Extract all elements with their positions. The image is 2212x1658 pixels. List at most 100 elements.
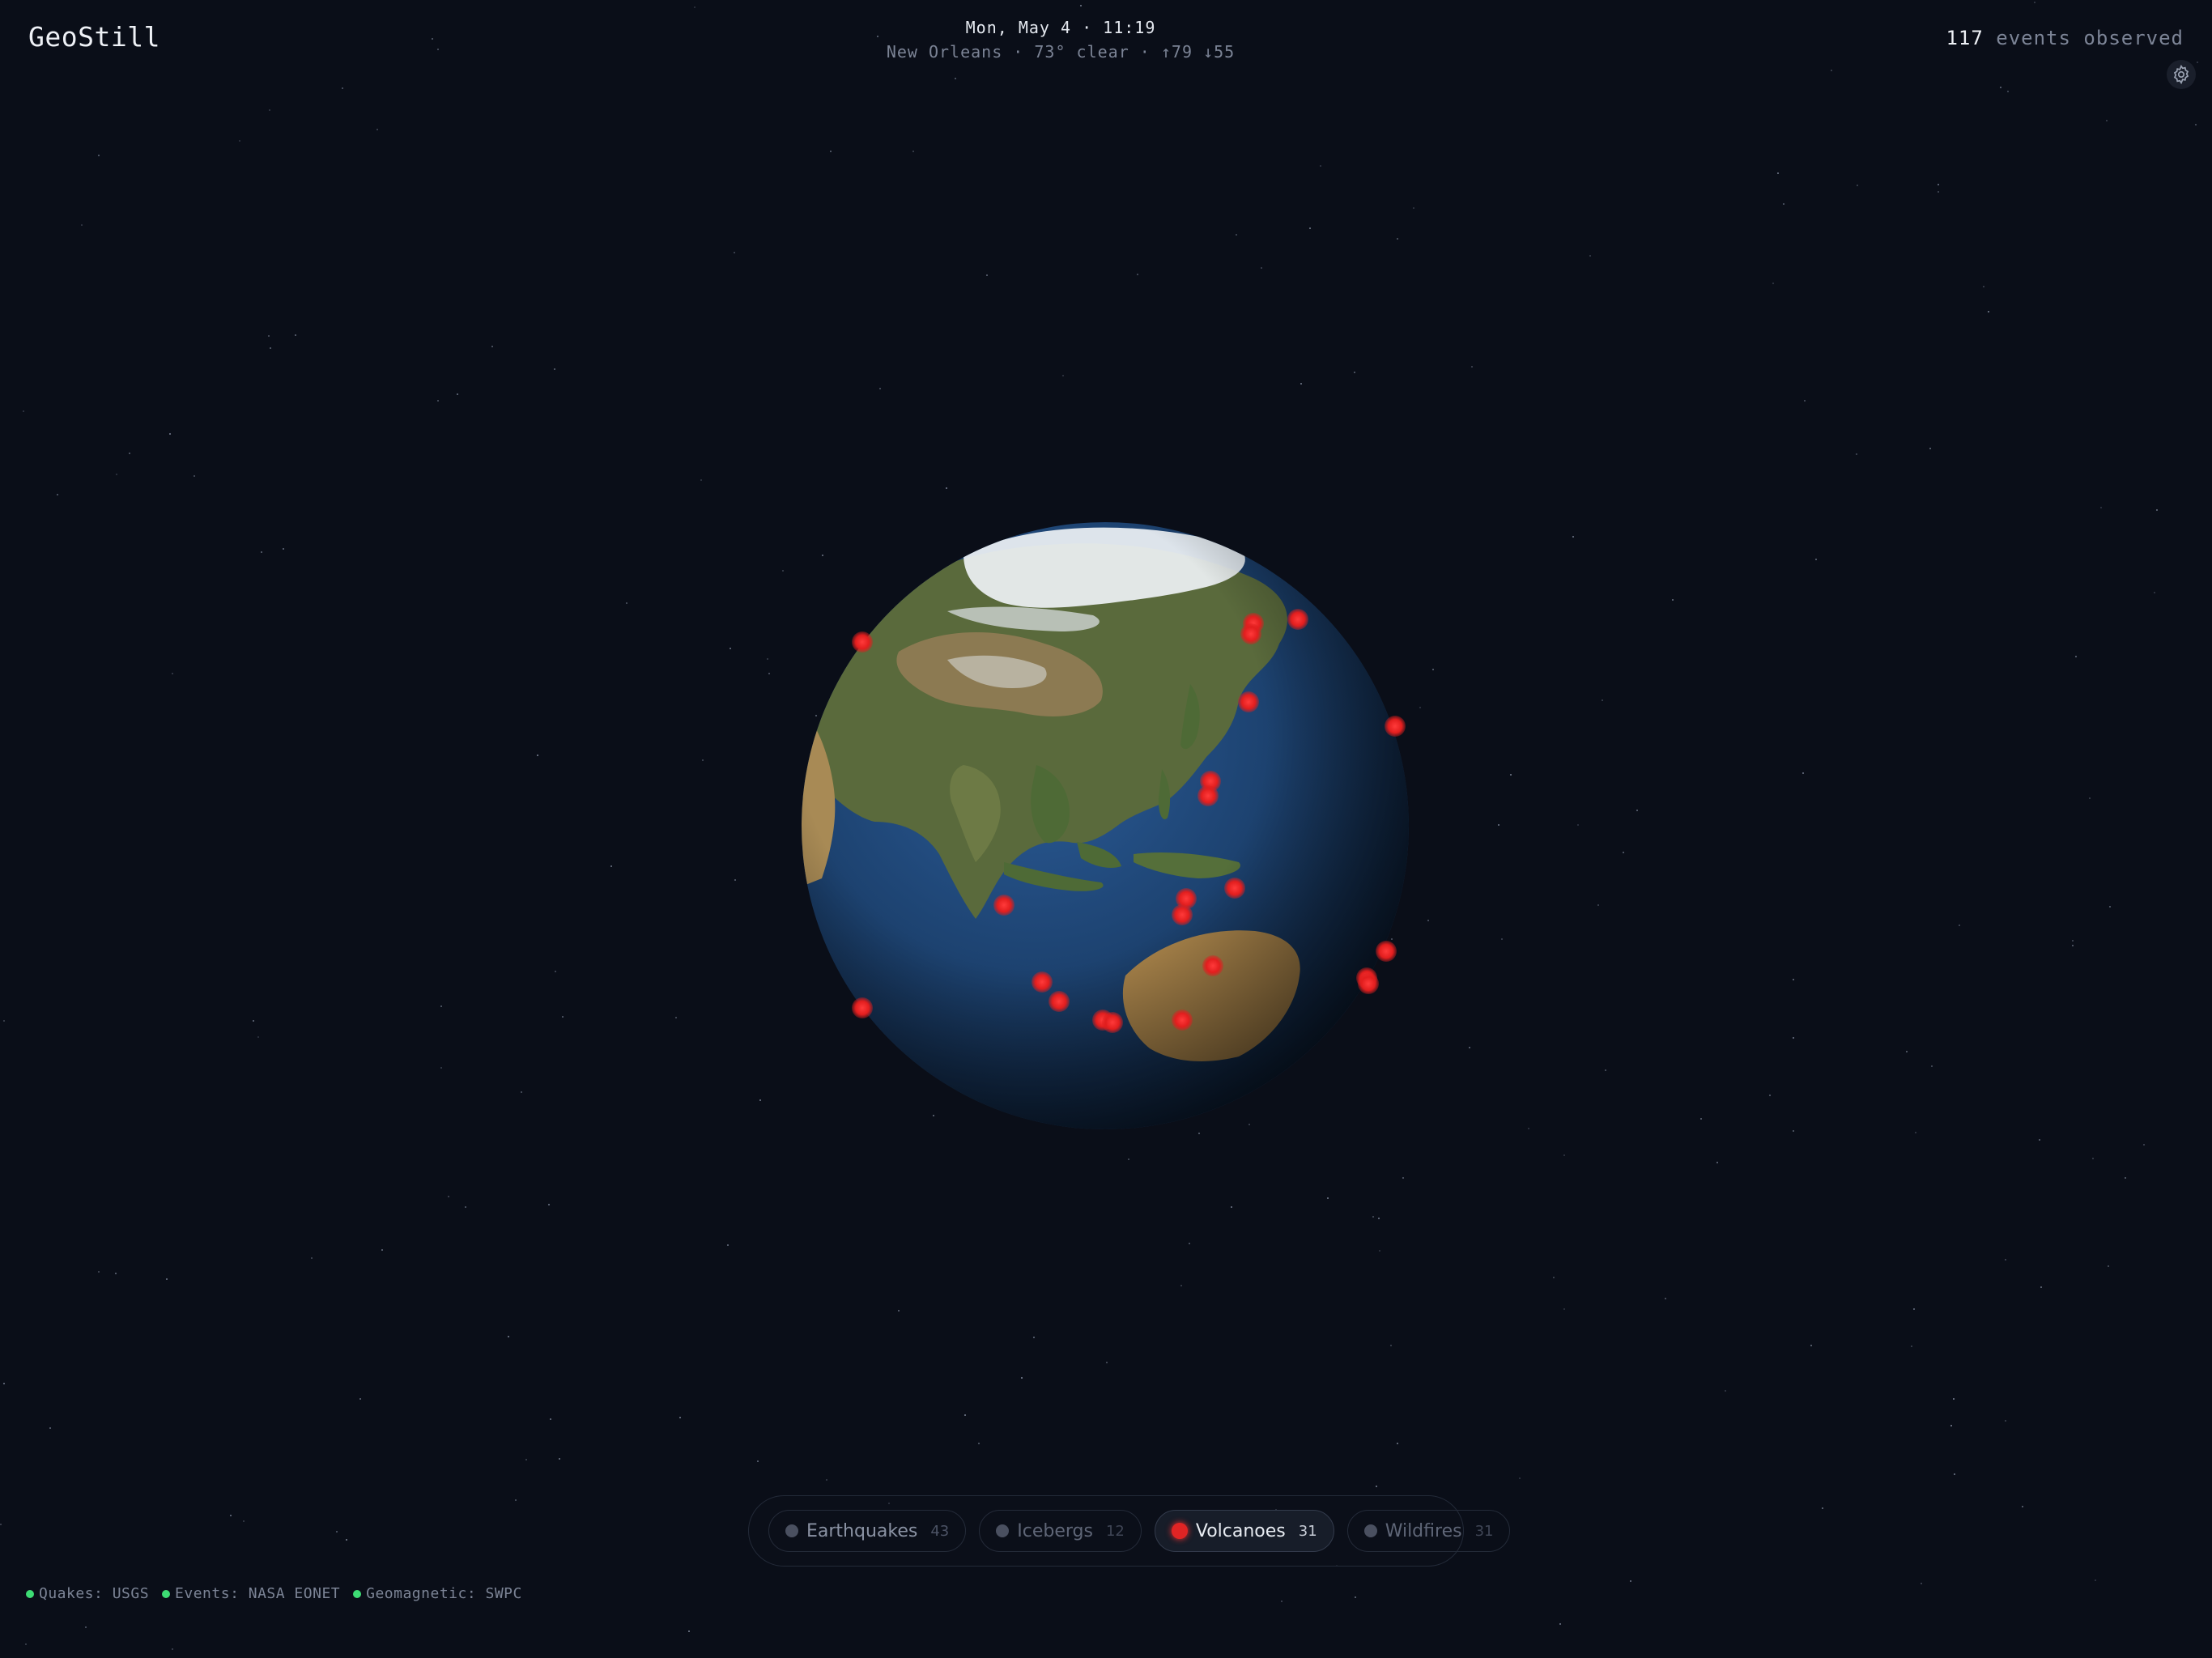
star bbox=[437, 400, 439, 402]
date-time: Mon, May 4 · 11:19 bbox=[965, 18, 1156, 37]
icebergs-dot-icon bbox=[996, 1524, 1010, 1537]
volcano-marker[interactable] bbox=[1224, 878, 1245, 899]
star bbox=[1033, 1337, 1035, 1338]
status-dot-icon bbox=[26, 1589, 34, 1598]
star bbox=[548, 1204, 550, 1205]
star bbox=[1378, 1218, 1380, 1219]
volcano-marker[interactable] bbox=[1197, 785, 1219, 806]
settings-button[interactable] bbox=[2167, 60, 2196, 89]
star bbox=[1106, 1362, 1108, 1363]
star bbox=[257, 1036, 259, 1038]
volcano-marker[interactable] bbox=[1172, 904, 1193, 925]
star bbox=[98, 1271, 100, 1273]
globe-view[interactable] bbox=[777, 498, 1433, 1154]
star bbox=[1804, 400, 1806, 402]
star bbox=[610, 865, 612, 867]
star bbox=[1938, 184, 1939, 185]
star bbox=[2154, 592, 2155, 593]
star bbox=[457, 393, 458, 395]
star bbox=[2125, 1177, 2126, 1179]
filter-volcanoes[interactable]: Volcanoes 31 bbox=[1154, 1510, 1334, 1552]
star bbox=[253, 1020, 254, 1022]
events-counter: 117 events observed bbox=[1946, 27, 2184, 49]
source-quakes: Quakes: USGS bbox=[26, 1585, 149, 1602]
star bbox=[1783, 203, 1784, 205]
volcano-marker[interactable] bbox=[1358, 973, 1379, 994]
volcano-marker[interactable] bbox=[1172, 1010, 1193, 1031]
star bbox=[166, 1278, 168, 1280]
star bbox=[675, 1017, 677, 1018]
star bbox=[1906, 1051, 1908, 1052]
star bbox=[559, 1458, 560, 1460]
star bbox=[1559, 1623, 1561, 1625]
star bbox=[2143, 1144, 2145, 1146]
star bbox=[946, 487, 947, 489]
star bbox=[1471, 366, 1473, 368]
volcano-marker[interactable] bbox=[1287, 609, 1308, 630]
star bbox=[1793, 979, 1794, 980]
star bbox=[1320, 165, 1321, 167]
star bbox=[98, 155, 100, 156]
star bbox=[1921, 1583, 1922, 1584]
star bbox=[2034, 2, 2035, 3]
star bbox=[1372, 1216, 1374, 1218]
star bbox=[261, 551, 262, 553]
star bbox=[730, 648, 731, 649]
star bbox=[268, 335, 270, 337]
volcano-marker[interactable] bbox=[1049, 991, 1070, 1012]
star bbox=[1572, 536, 1574, 538]
star bbox=[1988, 311, 1989, 312]
earthquakes-dot-icon bbox=[785, 1524, 798, 1537]
star bbox=[465, 1206, 466, 1208]
star bbox=[978, 1443, 980, 1444]
star bbox=[1062, 375, 1064, 376]
globe[interactable] bbox=[802, 522, 1409, 1129]
star bbox=[1397, 1443, 1398, 1444]
star bbox=[2095, 1579, 2096, 1581]
star bbox=[243, 1520, 245, 1522]
volcano-marker[interactable] bbox=[1376, 941, 1397, 962]
star bbox=[2005, 1420, 2006, 1422]
star bbox=[1528, 1128, 1529, 1129]
source-label: Events: NASA EONET bbox=[175, 1585, 341, 1602]
star bbox=[23, 410, 24, 412]
star bbox=[440, 1005, 442, 1007]
star bbox=[1605, 1069, 1606, 1071]
volcano-marker[interactable] bbox=[1102, 1012, 1123, 1033]
filter-icebergs[interactable]: Icebergs 12 bbox=[979, 1510, 1142, 1552]
volcano-marker[interactable] bbox=[1238, 691, 1259, 712]
filter-wildfires[interactable]: Wildfires 31 bbox=[1346, 1510, 1511, 1552]
star bbox=[1597, 904, 1599, 906]
star bbox=[1390, 1345, 1392, 1346]
filter-earthquakes[interactable]: Earthquakes 43 bbox=[768, 1510, 967, 1552]
star bbox=[759, 1099, 761, 1101]
star bbox=[1672, 599, 1674, 601]
volcano-marker[interactable] bbox=[1032, 971, 1053, 993]
star bbox=[1831, 70, 1832, 71]
star bbox=[1563, 1308, 1565, 1310]
star bbox=[2072, 940, 2074, 942]
volcano-marker[interactable] bbox=[1385, 716, 1406, 737]
volcano-marker[interactable] bbox=[1240, 623, 1261, 644]
volcano-marker[interactable] bbox=[852, 997, 873, 1018]
star bbox=[1793, 1037, 1794, 1039]
volcano-marker[interactable] bbox=[1202, 955, 1223, 976]
star bbox=[2000, 87, 2001, 88]
star bbox=[1802, 772, 1804, 774]
star bbox=[2195, 124, 2197, 125]
star bbox=[1577, 824, 1579, 826]
star bbox=[1636, 810, 1638, 811]
volcano-marker[interactable] bbox=[852, 631, 873, 653]
source-geomagnetic: Geomagnetic: SWPC bbox=[353, 1585, 522, 1602]
star bbox=[1376, 1486, 1377, 1487]
star bbox=[1300, 383, 1302, 385]
star bbox=[1137, 274, 1138, 275]
star bbox=[768, 673, 770, 674]
star bbox=[1432, 669, 1434, 670]
volcanoes-dot-icon bbox=[1171, 1523, 1188, 1539]
star bbox=[1469, 1047, 1470, 1048]
volcano-marker[interactable] bbox=[993, 895, 1015, 916]
star bbox=[491, 346, 493, 347]
star bbox=[2007, 91, 2009, 92]
data-sources: Quakes: USGS Events: NASA EONET Geomagne… bbox=[26, 1585, 522, 1602]
